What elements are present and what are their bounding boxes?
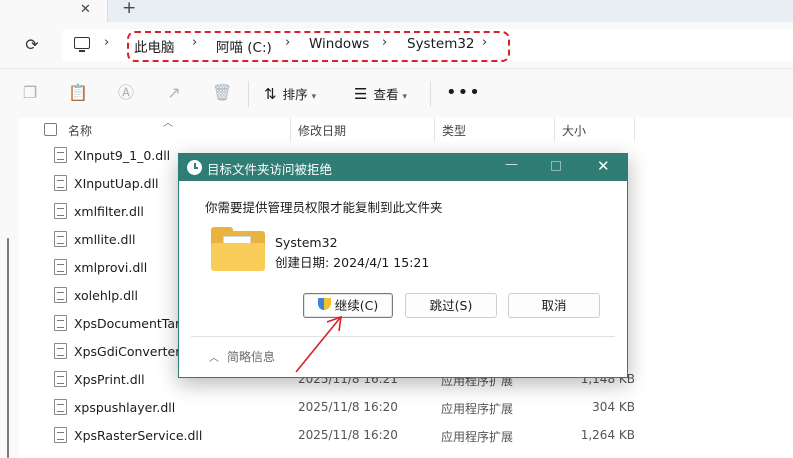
- file-type: 应用程序扩展: [441, 430, 514, 444]
- maximize-icon: [551, 161, 561, 171]
- toolbar-divider: [248, 81, 249, 107]
- column-divider[interactable]: [554, 118, 555, 142]
- rename-icon[interactable]: Ⓐ: [116, 83, 136, 103]
- fewer-details-toggle[interactable]: ︿ 简略信息: [209, 348, 275, 365]
- dll-file-icon: [54, 259, 67, 275]
- close-icon[interactable]: ✕: [597, 157, 610, 175]
- column-divider[interactable]: [290, 118, 291, 142]
- chevron-down-icon: ▾: [311, 92, 317, 102]
- uac-shield-icon: [317, 298, 331, 312]
- select-all-checkbox[interactable]: [44, 123, 57, 136]
- column-date[interactable]: 修改日期: [298, 122, 346, 139]
- file-name: xmlprovi.dll: [74, 260, 148, 275]
- toolbar-divider: [430, 81, 431, 107]
- paste-icon[interactable]: 📋: [68, 83, 88, 103]
- column-divider[interactable]: [634, 118, 635, 142]
- sort-icon: ⇅: [264, 85, 277, 103]
- dialog-body: 你需要提供管理员权限才能复制到此文件夹 System32 创建日期: 2024/…: [179, 181, 627, 377]
- details-label: 简略信息: [227, 350, 276, 364]
- file-name: XpsDocumentTarg: [74, 316, 188, 331]
- dll-file-icon: [54, 203, 67, 219]
- annotation-highlight-box: [127, 31, 510, 62]
- chevron-up-icon: ︿: [209, 353, 219, 364]
- column-header: ︿ 名称 修改日期 类型 大小: [18, 118, 793, 142]
- copy-icon[interactable]: ❐: [20, 83, 40, 103]
- column-size[interactable]: 大小: [562, 122, 586, 139]
- delete-icon[interactable]: 🗑: [212, 83, 232, 103]
- view-button[interactable]: ☰ 查看 ▾: [354, 83, 407, 105]
- chevron-down-icon: ▾: [402, 92, 407, 102]
- column-type[interactable]: 类型: [442, 122, 466, 139]
- breadcrumb-chevron-icon[interactable]: ›: [104, 35, 109, 50]
- file-row[interactable]: XpsRasterService.dll 2025/11/8 16:20 应用程序扩…: [18, 422, 793, 450]
- file-date: 2025/11/8 16:20: [298, 400, 398, 414]
- file-name: XpsRasterService.dll: [74, 428, 203, 443]
- column-divider[interactable]: [434, 118, 435, 142]
- dll-file-icon: [54, 343, 67, 359]
- file-name: xmllite.dll: [74, 232, 136, 247]
- target-folder-date: 创建日期: 2024/4/1 15:21: [275, 255, 430, 270]
- folder-icon: [211, 227, 265, 271]
- tab-close-icon[interactable]: ✕: [80, 2, 91, 17]
- file-name: xpspushlayer.dll: [74, 400, 176, 415]
- file-date: 2025/11/8 16:20: [298, 428, 398, 442]
- target-folder-name: System32: [275, 235, 338, 250]
- view-label: 查看: [373, 87, 399, 102]
- column-name[interactable]: 名称: [68, 122, 92, 139]
- file-type: 应用程序扩展: [441, 402, 514, 416]
- file-name: xolehlp.dll: [74, 288, 139, 303]
- share-icon[interactable]: ↗: [164, 83, 184, 103]
- file-size: 1,264 KB: [580, 428, 635, 442]
- file-name: XInputUap.dll: [74, 176, 159, 191]
- navigation-scrollbar[interactable]: [7, 238, 9, 458]
- file-size: 304 KB: [592, 400, 635, 414]
- dialog-message: 你需要提供管理员权限才能复制到此文件夹: [205, 200, 443, 215]
- command-bar: ❐ 📋 Ⓐ ↗ 🗑 ⇅ 排序 ▾ ☰ 查看 ▾ •••: [0, 68, 793, 118]
- file-name: XpsPrint.dll: [74, 372, 145, 387]
- new-tab-icon[interactable]: +: [122, 0, 136, 18]
- clock-icon: [187, 160, 202, 175]
- cancel-button[interactable]: 取消: [508, 293, 600, 318]
- dll-file-icon: [54, 147, 67, 163]
- active-tab[interactable]: ✕: [0, 0, 108, 22]
- sort-button[interactable]: ⇅ 排序 ▾: [264, 83, 316, 105]
- tab-bar: ✕ +: [0, 0, 793, 22]
- file-name: XpsGdiConverter.c: [74, 344, 191, 359]
- sort-asc-icon: ︿: [163, 118, 173, 129]
- dll-file-icon: [54, 287, 67, 303]
- dialog-title: 目标文件夹访问被拒绝: [207, 162, 333, 177]
- access-denied-dialog: 目标文件夹访问被拒绝 — ✕ 你需要提供管理员权限才能复制到此文件夹 Syste…: [178, 153, 628, 378]
- file-name: xmlfilter.dll: [74, 204, 144, 219]
- file-name: XInput9_1_0.dll: [74, 148, 171, 163]
- dll-file-icon: [54, 427, 67, 443]
- dll-file-icon: [54, 231, 67, 247]
- computer-icon: [74, 37, 90, 52]
- file-row[interactable]: xpspushlayer.dll 2025/11/8 16:20 应用程序扩展 304…: [18, 394, 793, 422]
- dll-file-icon: [54, 399, 67, 415]
- sort-label: 排序: [282, 87, 308, 102]
- view-icon: ☰: [354, 85, 368, 103]
- skip-button[interactable]: 跳过(S): [405, 293, 497, 318]
- continue-button[interactable]: 继续(C): [303, 293, 393, 318]
- continue-label: 继续(C): [334, 298, 379, 313]
- minimize-icon[interactable]: —: [505, 157, 518, 172]
- more-options-icon[interactable]: •••: [446, 82, 481, 103]
- refresh-icon[interactable]: ⟳: [20, 33, 44, 57]
- dll-file-icon: [54, 371, 67, 387]
- dialog-divider: [191, 336, 615, 337]
- dialog-title-bar[interactable]: 目标文件夹访问被拒绝 — ✕: [179, 154, 627, 181]
- navigation-pane-edge: [0, 118, 18, 458]
- dll-file-icon: [54, 315, 67, 331]
- dll-file-icon: [54, 175, 67, 191]
